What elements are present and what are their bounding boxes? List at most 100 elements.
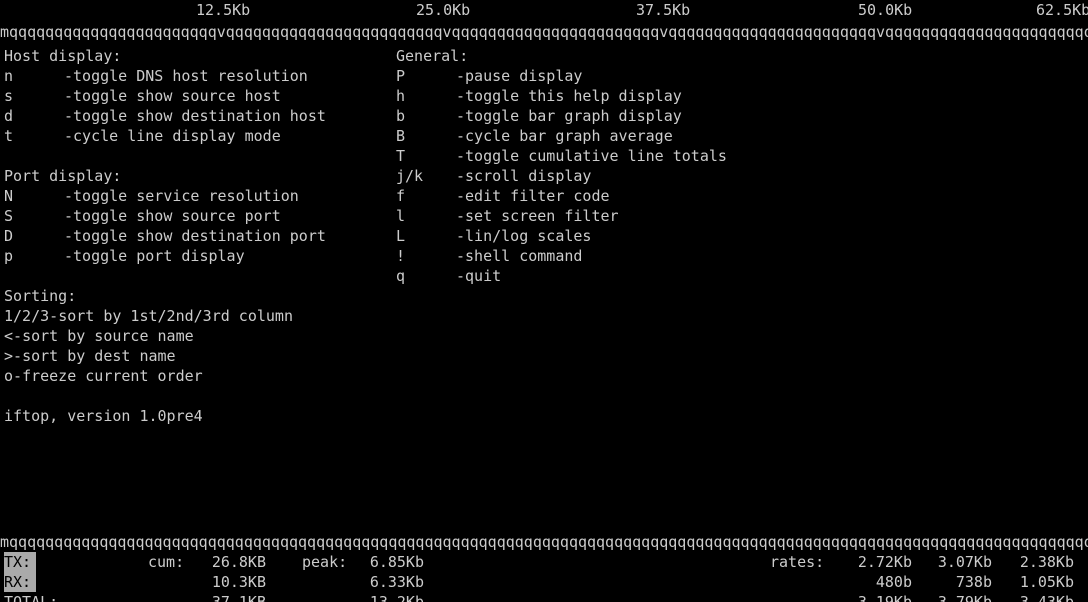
desc: shell command — [465, 246, 582, 266]
help-item: B- cycle bar graph average — [396, 126, 896, 146]
tx-peak: 6.85Kb — [362, 552, 424, 572]
key: p — [4, 246, 64, 266]
desc: set screen filter — [465, 206, 619, 226]
stats-total-row: TOTAL: 37.1KB 13.2Kb 3.19Kb 3.79Kb 3.43K… — [0, 592, 1088, 602]
desc: toggle port display — [73, 246, 245, 266]
sorting-heading: Sorting: — [4, 286, 384, 306]
scale-tick: 62.5Kb — [1036, 0, 1088, 20]
help-item: j/k- scroll display — [396, 166, 896, 186]
key: o — [4, 366, 13, 386]
rx-rate-3: 1.05Kb — [1012, 572, 1074, 592]
key: L — [396, 226, 456, 246]
help-item: T- toggle cumulative line totals — [396, 146, 896, 166]
cum-label: cum: — [148, 552, 184, 572]
desc: toggle cumulative line totals — [465, 146, 727, 166]
total-rate-2: 3.79Kb — [930, 592, 992, 602]
total-label: TOTAL: — [4, 592, 64, 602]
rates-label: rates: — [770, 552, 824, 572]
bandwidth-scale: 12.5Kb 25.0Kb 37.5Kb 50.0Kb 62.5Kb — [0, 0, 1088, 20]
total-rate-3: 3.43Kb — [1012, 592, 1074, 602]
desc: freeze current order — [22, 366, 203, 386]
tx-cum: 26.8KB — [204, 552, 266, 572]
scale-tick: 25.0Kb — [416, 0, 470, 20]
key: q — [396, 266, 456, 286]
help-item: t- cycle line display mode — [4, 126, 384, 146]
desc: toggle bar graph display — [465, 106, 682, 126]
help-item: p- toggle port display — [4, 246, 384, 266]
peak-label: peak: — [302, 552, 347, 572]
key: P — [396, 66, 456, 86]
desc: toggle show destination host — [73, 106, 326, 126]
help-item: h- toggle this help display — [396, 86, 896, 106]
desc: sort by 1st/2nd/3rd column — [58, 306, 293, 326]
rx-label: RX: — [4, 572, 36, 592]
help-item: !- shell command — [396, 246, 896, 266]
total-cum: 37.1KB — [204, 592, 266, 602]
tx-rate-2: 3.07Kb — [930, 552, 992, 572]
help-item: n- toggle DNS host resolution — [4, 66, 384, 86]
help-item: L- lin/log scales — [396, 226, 896, 246]
key: l — [396, 206, 456, 226]
help-item: > - sort by dest name — [4, 346, 384, 366]
key: B — [396, 126, 456, 146]
desc: lin/log scales — [465, 226, 591, 246]
desc: toggle show destination port — [73, 226, 326, 246]
desc: toggle show source port — [73, 206, 281, 226]
key: ! — [396, 246, 456, 266]
help-item: s- toggle show source host — [4, 86, 384, 106]
help-item: D- toggle show destination port — [4, 226, 384, 246]
help-left-column: Host display: n- toggle DNS host resolut… — [4, 46, 384, 386]
desc: pause display — [465, 66, 582, 86]
iftop-screen: 12.5Kb 25.0Kb 37.5Kb 50.0Kb 62.5Kb mqqqq… — [0, 0, 1088, 602]
general-heading: General: — [396, 46, 896, 66]
key: 1/2/3 — [4, 306, 49, 326]
key: f — [396, 186, 456, 206]
tx-rate-1: 2.72Kb — [850, 552, 912, 572]
version-string: iftop, version 1.0pre4 — [4, 406, 203, 426]
desc: cycle line display mode — [73, 126, 281, 146]
desc: sort by dest name — [22, 346, 176, 366]
sorting-list: 1/2/3 - sort by 1st/2nd/3rd column < - s… — [4, 306, 384, 386]
rx-peak: 6.33Kb — [362, 572, 424, 592]
key: > — [4, 346, 13, 366]
help-item: l- set screen filter — [396, 206, 896, 226]
scale-tick: 37.5Kb — [636, 0, 690, 20]
port-display-list: N- toggle service resolution S- toggle s… — [4, 186, 384, 266]
host-display-list: n- toggle DNS host resolution s- toggle … — [4, 66, 384, 146]
rx-cum: 10.3KB — [204, 572, 266, 592]
desc: toggle service resolution — [73, 186, 299, 206]
help-item: q- quit — [396, 266, 896, 286]
help-item: 1/2/3 - sort by 1st/2nd/3rd column — [4, 306, 384, 326]
rx-rate-2: 738b — [930, 572, 992, 592]
desc: toggle DNS host resolution — [73, 66, 308, 86]
desc: cycle bar graph average — [465, 126, 673, 146]
desc: quit — [465, 266, 501, 286]
key: < — [4, 326, 13, 346]
stats-rx-row: RX: 10.3KB 6.33Kb 480b 738b 1.05Kb — [0, 572, 1088, 592]
total-rate-1: 3.19Kb — [850, 592, 912, 602]
desc: toggle this help display — [465, 86, 682, 106]
desc: edit filter code — [465, 186, 610, 206]
help-item: d- toggle show destination host — [4, 106, 384, 126]
help-item: N- toggle service resolution — [4, 186, 384, 206]
key: D — [4, 226, 64, 246]
help-item: S- toggle show source port — [4, 206, 384, 226]
key: t — [4, 126, 64, 146]
key: T — [396, 146, 456, 166]
key: j/k — [396, 166, 456, 186]
rx-rate-1: 480b — [850, 572, 912, 592]
key: b — [396, 106, 456, 126]
help-item: b- toggle bar graph display — [396, 106, 896, 126]
total-peak: 13.2Kb — [362, 592, 424, 602]
help-item: o - freeze current order — [4, 366, 384, 386]
key: h — [396, 86, 456, 106]
scale-divider: mqqqqqqqqqqqqqqqqqqqqqqqvqqqqqqqqqqqqqqq… — [0, 22, 1088, 42]
port-display-heading: Port display: — [4, 166, 384, 186]
help-item: f- edit filter code — [396, 186, 896, 206]
key: N — [4, 186, 64, 206]
scale-tick: 12.5Kb — [196, 0, 250, 20]
desc: sort by source name — [22, 326, 194, 346]
desc: toggle show source host — [73, 86, 281, 106]
desc: scroll display — [465, 166, 591, 186]
scale-tick: 50.0Kb — [858, 0, 912, 20]
